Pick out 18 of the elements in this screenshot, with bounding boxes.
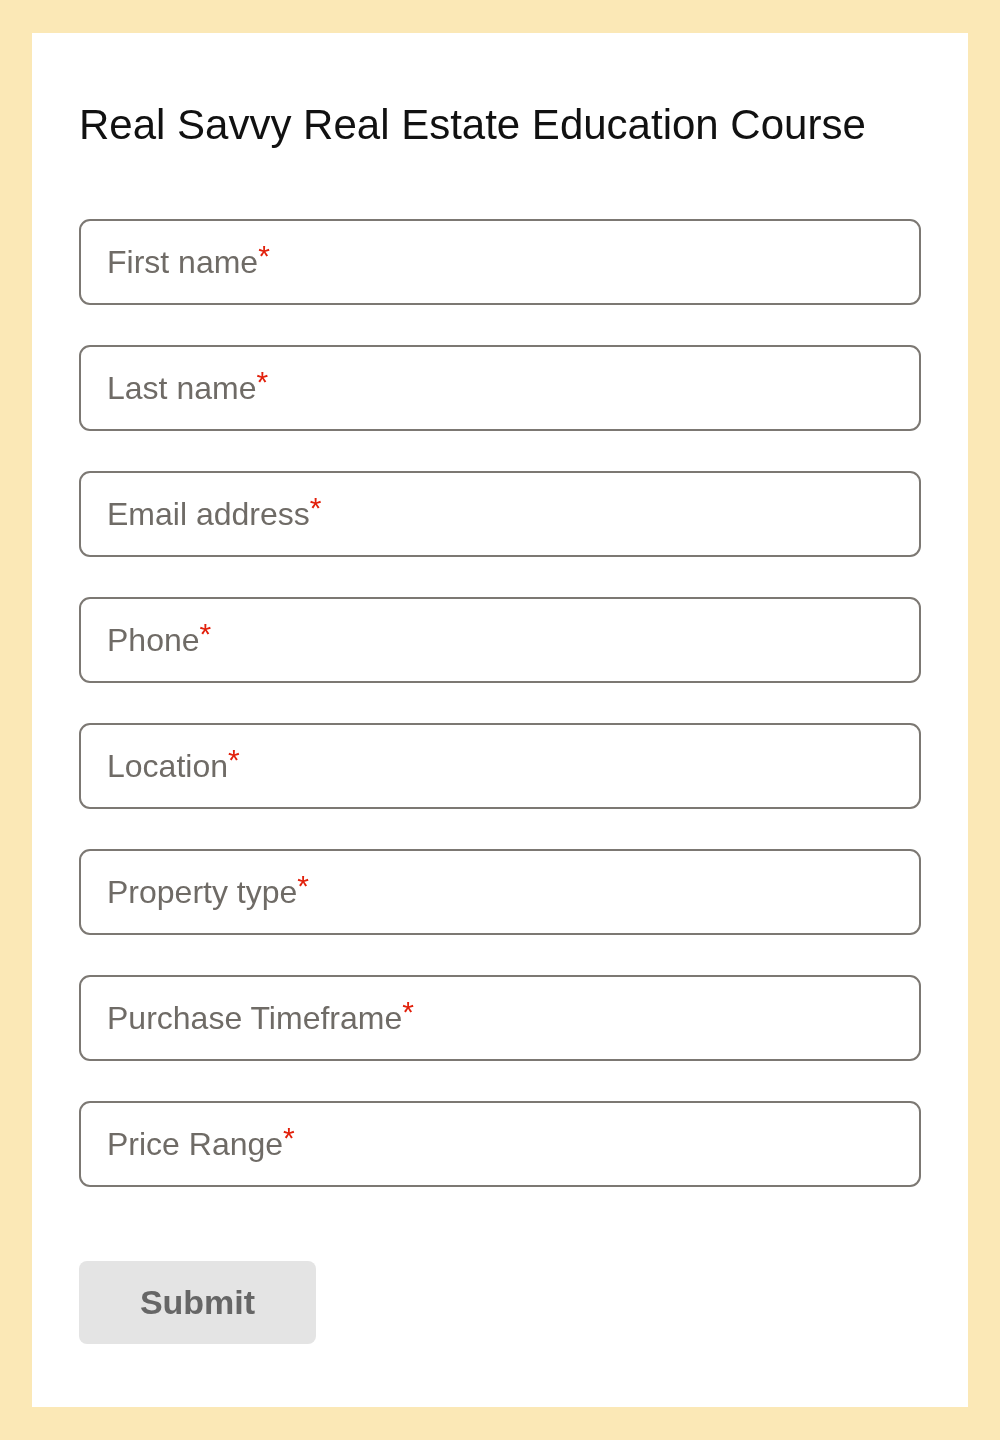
- required-asterisk: *: [256, 365, 269, 399]
- required-asterisk: *: [199, 617, 212, 650]
- text-field[interactable]: Last name*: [79, 345, 921, 431]
- text-field[interactable]: Property type*: [79, 849, 921, 935]
- text-field[interactable]: Phone*: [79, 597, 921, 683]
- submit-button[interactable]: Submit: [79, 1261, 316, 1344]
- text-field[interactable]: Price Range*: [79, 1101, 921, 1187]
- required-asterisk: *: [228, 743, 240, 776]
- required-asterisk: *: [402, 995, 414, 1029]
- required-asterisk: *: [258, 239, 270, 273]
- text-field[interactable]: Purchase Timeframe*: [79, 975, 921, 1061]
- required-asterisk: *: [309, 491, 322, 524]
- form-title: Real Savvy Real Estate Education Course: [79, 100, 866, 150]
- text-field[interactable]: Location*: [79, 723, 921, 809]
- required-asterisk: *: [283, 1121, 295, 1154]
- text-field[interactable]: Email address*: [79, 471, 921, 557]
- text-field[interactable]: First name*: [79, 219, 921, 305]
- required-asterisk: *: [297, 869, 309, 903]
